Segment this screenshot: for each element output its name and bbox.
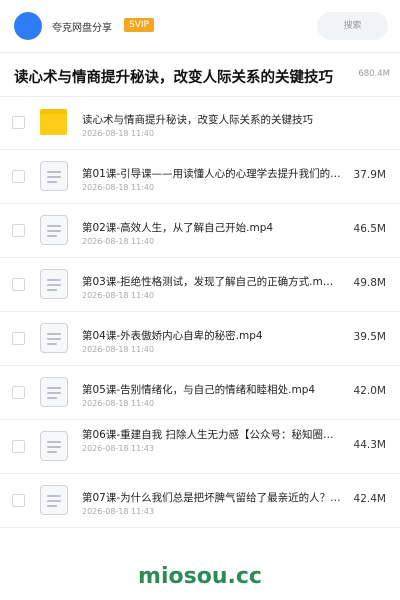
- file-size: 44.3M: [353, 439, 386, 451]
- watermark: miosou.cc: [138, 564, 262, 589]
- file-icon: [38, 484, 70, 516]
- header: 夸克网盘分享 SVIP 搜索: [0, 0, 400, 52]
- file-date: 2026-08-18 11:43: [82, 444, 155, 453]
- file-icon: [38, 268, 70, 300]
- file-size: 42.4M: [353, 493, 386, 505]
- list-item[interactable]: 第06课-重建自我 扫除人生无力感【公众号：秘知圈… 2026-08-18 11…: [0, 420, 400, 474]
- checkbox[interactable]: [12, 278, 25, 291]
- list-item[interactable]: 第03课-拒绝性格测试，发现了解自己的正确方式.m… 2026-08-18 11…: [0, 258, 400, 312]
- folder-icon: [38, 106, 70, 138]
- file-name: 第07课-为什么我们总是把坏脾气留给了最亲近的人？…: [82, 492, 341, 504]
- file-size: 46.5M: [353, 223, 386, 235]
- title-bar: 读心术与情商提升秘诀，改变人际关系的关键技巧 680.4M: [0, 52, 400, 96]
- file-date: 2026-08-18 11:40: [82, 345, 155, 354]
- file-date: 2026-08-18 11:43: [82, 507, 155, 516]
- file-name: 第04课-外表傲娇内心自卑的秘密.mp4: [82, 330, 263, 342]
- list-item[interactable]: 第05课-告别情绪化，与自己的情绪和睦相处.mp4 2026-08-18 11:…: [0, 366, 400, 420]
- page-title: 读心术与情商提升秘诀，改变人际关系的关键技巧: [14, 70, 333, 86]
- checkbox[interactable]: [12, 386, 25, 399]
- file-date: 2026-08-18 11:40: [82, 399, 155, 408]
- checkbox[interactable]: [12, 332, 25, 345]
- file-name: 读心术与情商提升秘诀，改变人际关系的关键技巧: [82, 114, 313, 126]
- file-icon: [38, 214, 70, 246]
- file-name: 第03课-拒绝性格测试，发现了解自己的正确方式.m…: [82, 276, 334, 288]
- file-date: 2026-08-18 11:40: [82, 183, 155, 192]
- search-input[interactable]: 搜索: [317, 12, 388, 40]
- file-icon: [38, 430, 70, 462]
- checkbox[interactable]: [12, 494, 25, 507]
- svip-badge: SVIP: [124, 18, 154, 32]
- file-date: 2026-08-18 11:40: [82, 129, 155, 138]
- file-date: 2026-08-18 11:40: [82, 237, 155, 246]
- brand-name: 夸克网盘分享: [52, 23, 112, 34]
- list-item[interactable]: 第04课-外表傲娇内心自卑的秘密.mp4 2026-08-18 11:40 39…: [0, 312, 400, 366]
- list-item[interactable]: 读心术与情商提升秘诀，改变人际关系的关键技巧 2026-08-18 11:40: [0, 96, 400, 150]
- file-icon: [38, 322, 70, 354]
- checkbox[interactable]: [12, 440, 25, 453]
- file-size: 49.8M: [353, 277, 386, 289]
- checkbox[interactable]: [12, 224, 25, 237]
- file-date: 2026-08-18 11:40: [82, 291, 155, 300]
- file-name: 第02课-高效人生，从了解自己开始.mp4: [82, 222, 274, 234]
- total-size: 680.4M: [358, 69, 390, 79]
- list-item[interactable]: 第01课-引导课——用读懂人心的心理学去提升我们的… 2026-08-18 11…: [0, 150, 400, 204]
- list-item[interactable]: 第07课-为什么我们总是把坏脾气留给了最亲近的人？… 2026-08-18 11…: [0, 474, 400, 528]
- file-icon: [38, 160, 70, 192]
- avatar[interactable]: [14, 12, 42, 40]
- checkbox[interactable]: [12, 116, 25, 129]
- file-name: 第01课-引导课——用读懂人心的心理学去提升我们的…: [82, 168, 341, 180]
- file-size: 37.9M: [353, 169, 386, 181]
- file-size: 42.0M: [353, 385, 386, 397]
- file-icon: [38, 376, 70, 408]
- file-size: 39.5M: [353, 331, 386, 343]
- list-item[interactable]: 第02课-高效人生，从了解自己开始.mp4 2026-08-18 11:40 4…: [0, 204, 400, 258]
- file-name: 第05课-告别情绪化，与自己的情绪和睦相处.mp4: [82, 384, 316, 396]
- checkbox[interactable]: [12, 170, 25, 183]
